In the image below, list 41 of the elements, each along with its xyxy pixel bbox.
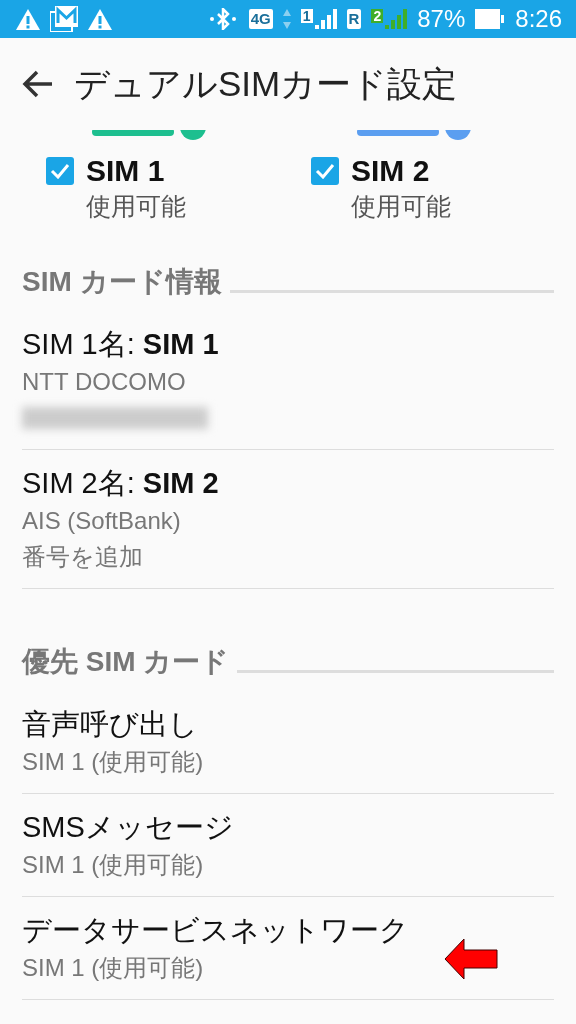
- item-summary: AIS (SoftBank): [22, 506, 181, 536]
- checkbox[interactable]: [311, 157, 339, 185]
- settings-item[interactable]: 音声呼び出し SIM 1 (使用可能): [22, 691, 554, 794]
- sim-status: 使用可能: [351, 191, 452, 222]
- warning-icon: [88, 7, 112, 31]
- screen-title: デュアルSIMカード設定: [74, 62, 458, 105]
- settings-item[interactable]: SMSメッセージ SIM 1 (使用可能): [22, 794, 554, 897]
- checkbox[interactable]: [46, 157, 74, 185]
- settings-item[interactable]: SIM 2名: SIM 2 AIS (SoftBank) 番号を追加: [22, 450, 554, 589]
- battery-percent: 87%: [417, 5, 466, 33]
- item-summary: 番号を追加: [22, 542, 143, 572]
- battery-icon: [475, 8, 506, 30]
- back-arrow-icon[interactable]: [22, 70, 54, 98]
- section-header: SIM カード情報: [22, 265, 222, 299]
- item-summary: SIM 1 (使用可能): [22, 747, 204, 777]
- item-title: データサービスネットワーク: [22, 913, 410, 948]
- item-title: 音声呼び出し: [22, 707, 199, 742]
- warning-icon: [16, 7, 40, 31]
- sim-name: SIM 1: [86, 154, 165, 188]
- checkmark-icon: [315, 163, 335, 179]
- signal-icon: [314, 9, 337, 29]
- mail-icon: [50, 6, 78, 32]
- item-title: SIM 2名: SIM 2: [22, 466, 220, 501]
- sim-label: 2: [371, 9, 384, 23]
- item-title: SMSメッセージ: [22, 810, 235, 845]
- item-summary: SIM 1 (使用可能): [22, 953, 204, 983]
- sim-label: 1: [300, 9, 313, 23]
- sim-status: 使用可能: [86, 191, 187, 222]
- signal-icon: [385, 9, 408, 29]
- clock: 8:26: [515, 5, 562, 33]
- item-title: SIM 1名: SIM 1: [22, 327, 220, 362]
- checkmark-icon: [50, 163, 70, 179]
- section-header: 優先 SIM カード: [22, 645, 230, 679]
- roaming-badge: R: [346, 9, 362, 29]
- network-badge: 4G: [248, 9, 273, 29]
- data-arrows-icon: [282, 8, 291, 30]
- sim-name: SIM 2: [351, 154, 430, 188]
- settings-item[interactable]: SIM 1名: SIM 1 NTT DOCOMO: [22, 311, 554, 450]
- settings-item[interactable]: データサービスネットワーク SIM 1 (使用可能): [22, 897, 554, 1000]
- item-summary: NTT DOCOMO: [22, 367, 186, 397]
- item-summary: SIM 1 (使用可能): [22, 850, 204, 880]
